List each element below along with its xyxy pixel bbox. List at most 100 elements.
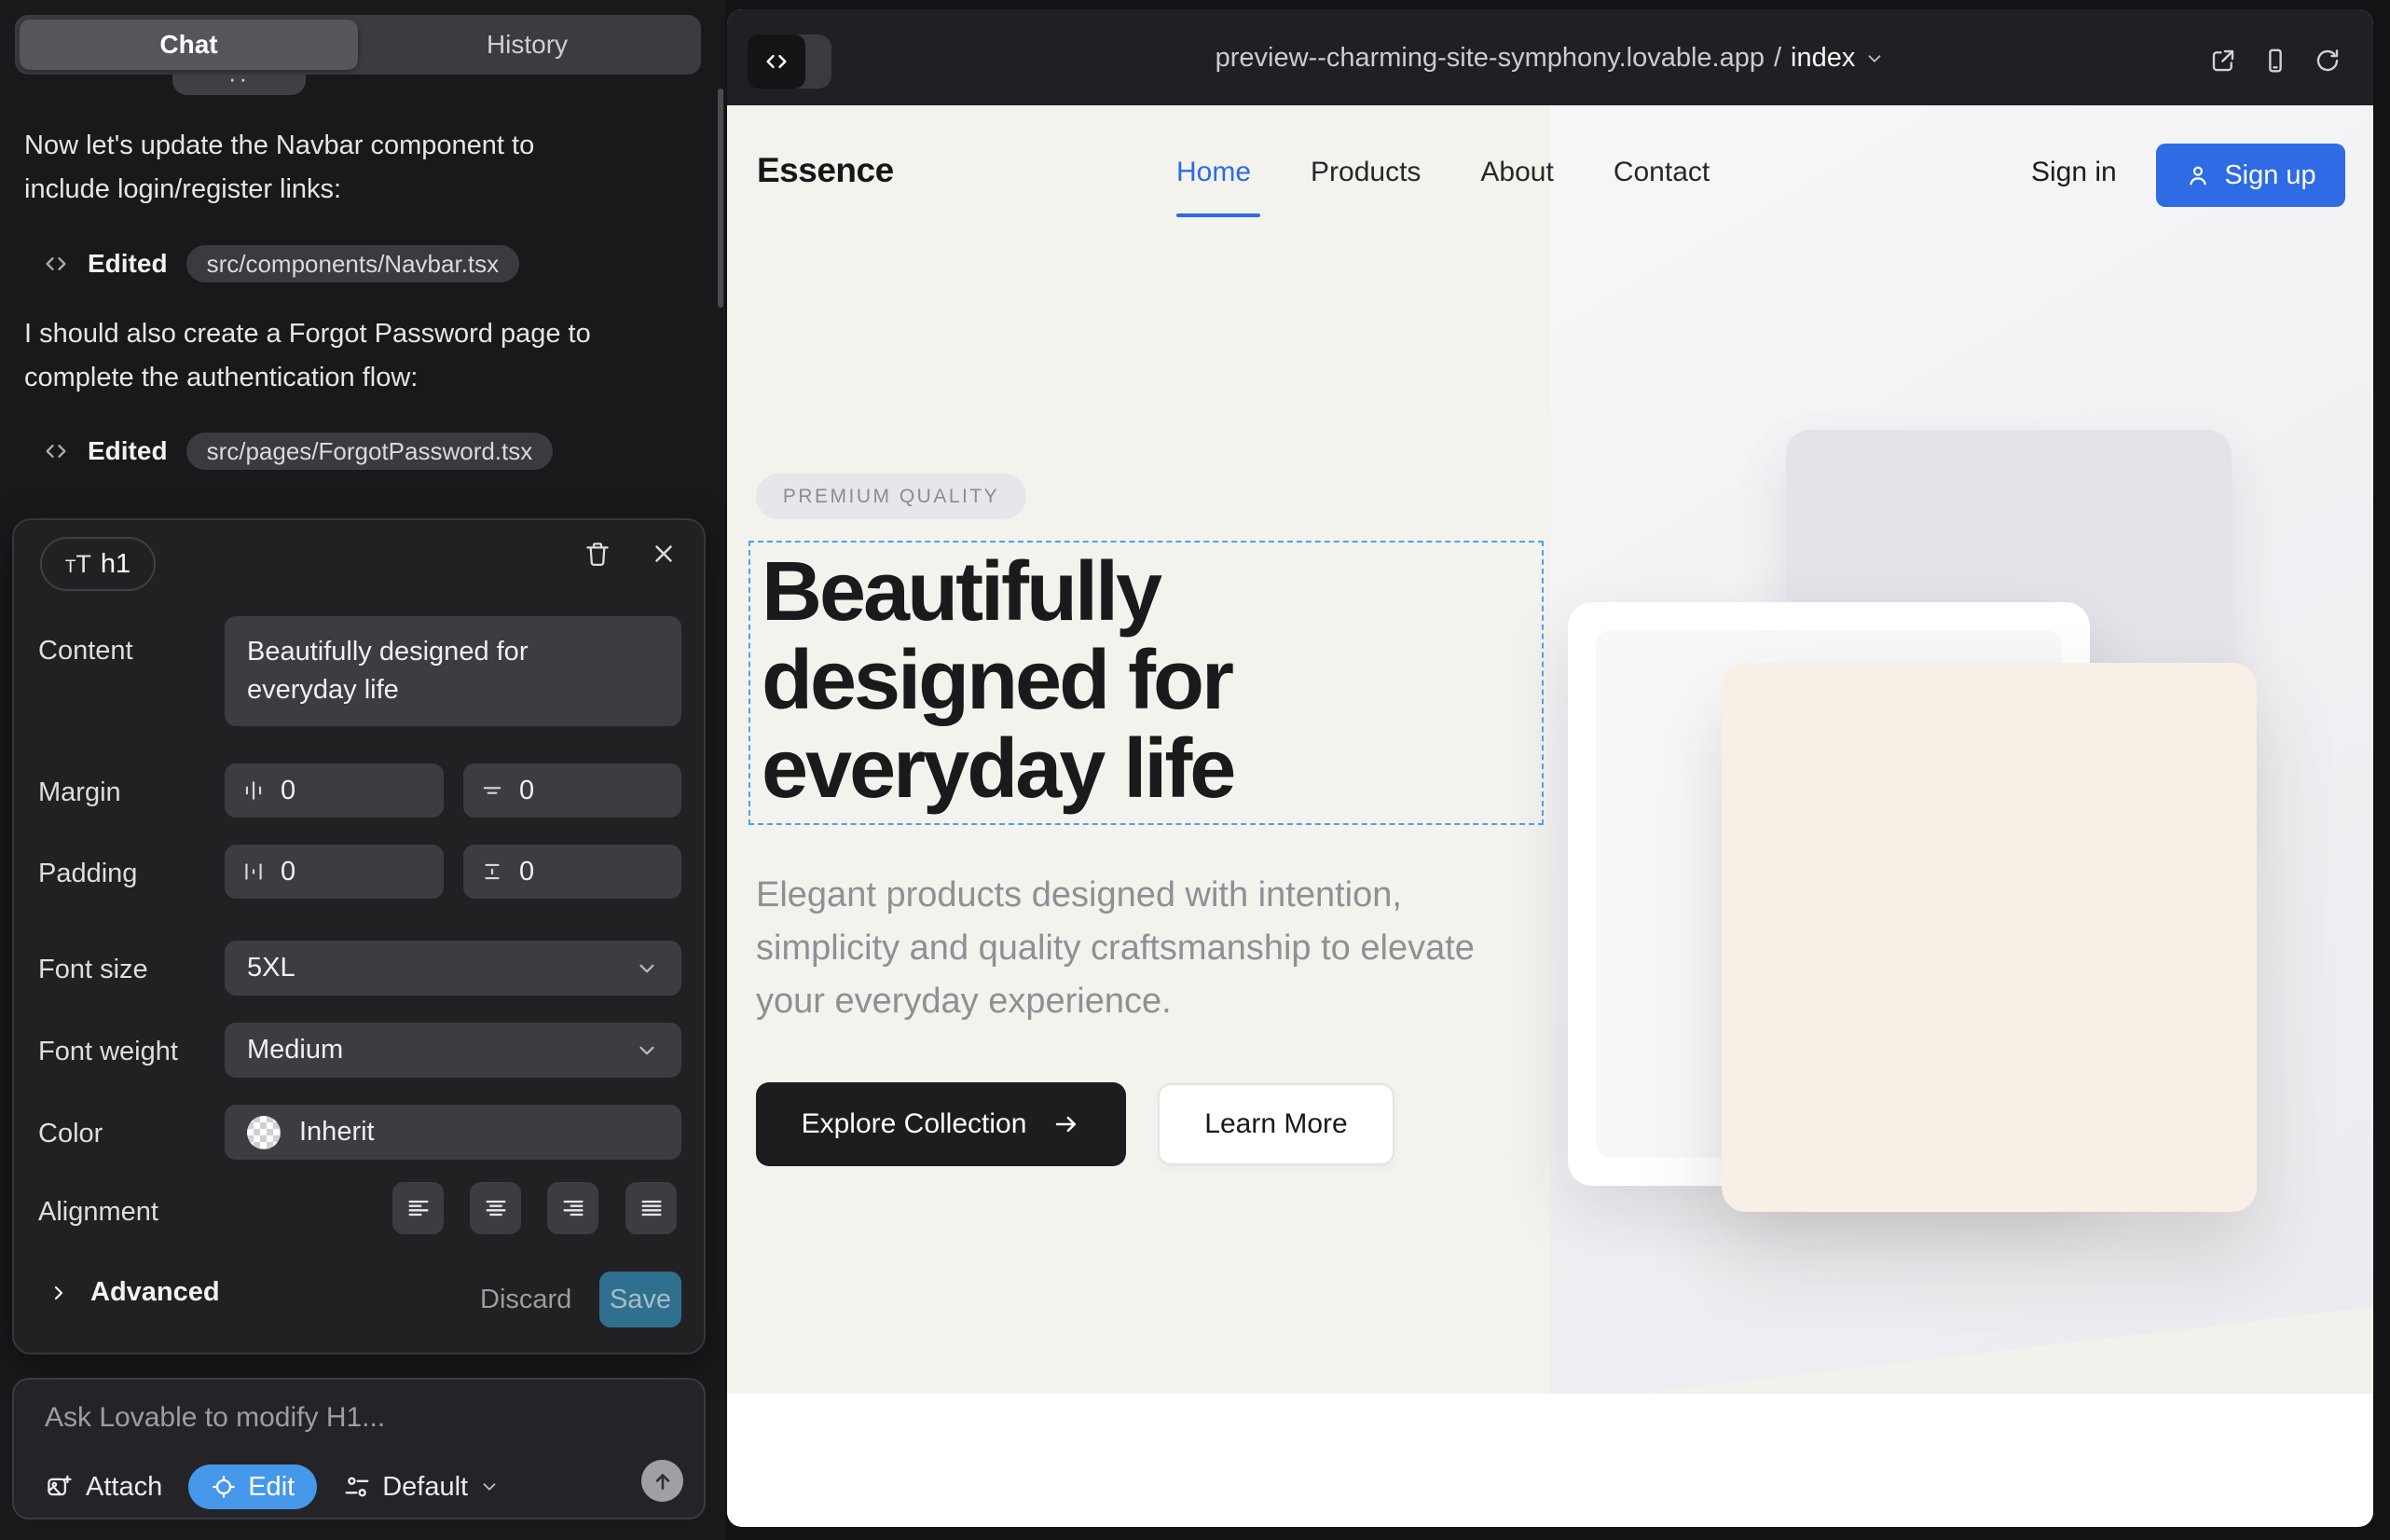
url-path: index	[1791, 43, 1855, 74]
tab-history-label: History	[487, 30, 568, 60]
open-external-icon[interactable]	[2209, 47, 2237, 75]
font-size-select[interactable]: 5XL	[225, 941, 681, 996]
code-icon	[43, 438, 69, 464]
explore-collection-button[interactable]: Explore Collection	[756, 1082, 1126, 1166]
align-right-button[interactable]	[547, 1182, 598, 1234]
delete-element-button[interactable]	[583, 539, 612, 569]
mobile-view-icon[interactable]	[2261, 47, 2289, 75]
padding-x-icon	[241, 859, 266, 884]
padding-x-value: 0	[281, 857, 295, 887]
close-icon[interactable]	[650, 540, 678, 568]
signup-label: Sign up	[2224, 160, 2315, 191]
color-value: Inherit	[299, 1117, 375, 1148]
chevron-down-icon[interactable]	[1864, 48, 1885, 69]
refresh-icon[interactable]	[2314, 47, 2342, 75]
font-size-label: Font size	[38, 955, 148, 985]
margin-x-icon	[241, 778, 266, 803]
edited-label: Edited	[88, 249, 168, 279]
font-weight-select[interactable]: Medium	[225, 1023, 681, 1078]
tab-chat[interactable]: Chat	[20, 20, 358, 70]
explore-label: Explore Collection	[802, 1108, 1027, 1140]
padding-y-input[interactable]: 0	[463, 845, 681, 899]
alignment-label: Alignment	[38, 1197, 158, 1228]
attach-label: Attach	[86, 1472, 162, 1503]
discard-button[interactable]: Discard	[480, 1285, 571, 1315]
chevron-down-icon	[635, 956, 659, 981]
h1-selection-outline[interactable]: Beautifully designed for everyday life	[749, 541, 1544, 825]
scrolled-chip: ··	[172, 75, 306, 95]
hero-heading-line: everyday life	[762, 725, 1233, 814]
content-label: Content	[38, 636, 133, 667]
padding-y-icon	[480, 859, 504, 884]
margin-y-input[interactable]: 0	[463, 763, 681, 818]
nav-link-products[interactable]: Products	[1311, 157, 1421, 188]
align-center-button[interactable]	[470, 1182, 521, 1234]
file-edit-row[interactable]: Edited src/pages/ForgotPassword.tsx	[43, 433, 553, 470]
align-left-button[interactable]	[392, 1182, 444, 1234]
url-bar[interactable]: preview--charming-site-symphony.lovable.…	[727, 43, 2373, 74]
color-label: Color	[38, 1119, 103, 1149]
composer-input[interactable]: Ask Lovable to modify H1...	[45, 1402, 385, 1434]
padding-y-value: 0	[519, 857, 534, 887]
attach-button[interactable]: Attach	[45, 1472, 162, 1503]
attach-image-icon	[45, 1473, 73, 1501]
learn-more-label: Learn More	[1204, 1108, 1347, 1140]
section-below-hero	[727, 1394, 2373, 1526]
align-left-icon	[405, 1195, 432, 1221]
code-icon	[43, 251, 69, 277]
advanced-label: Advanced	[90, 1277, 220, 1308]
learn-more-button[interactable]: Learn More	[1158, 1083, 1394, 1165]
advanced-toggle[interactable]: Advanced	[48, 1277, 220, 1308]
browser-actions	[2209, 47, 2342, 75]
preview-browser: preview--charming-site-symphony.lovable.…	[727, 9, 2373, 1527]
signup-button[interactable]: Sign up	[2156, 144, 2345, 207]
nav-link-home[interactable]: Home	[1176, 157, 1251, 188]
margin-x-input[interactable]: 0	[225, 763, 444, 818]
margin-label: Margin	[38, 777, 121, 808]
hero-heading[interactable]: Beautifully designed for everyday life	[762, 548, 1233, 814]
mode-select[interactable]: Default	[343, 1472, 500, 1503]
site-logo[interactable]: Essence	[757, 151, 894, 190]
site-nav: Home Products About Contact	[1176, 157, 1710, 188]
padding-x-input[interactable]: 0	[225, 845, 444, 899]
mode-label: Default	[382, 1472, 468, 1503]
chat-scrollbar[interactable]	[718, 89, 723, 308]
file-edit-row[interactable]: Edited src/components/Navbar.tsx	[43, 245, 519, 282]
url-domain: preview--charming-site-symphony.lovable.…	[1216, 43, 1765, 74]
save-button[interactable]: Save	[599, 1272, 681, 1327]
font-weight-label: Font weight	[38, 1037, 178, 1067]
panel-tabs: Chat History	[15, 15, 701, 75]
tab-chat-label: Chat	[159, 30, 217, 60]
element-tag-chip[interactable]: TT h1	[40, 537, 156, 591]
file-chip[interactable]: src/pages/ForgotPassword.tsx	[186, 433, 554, 470]
arrow-up-icon	[651, 1469, 675, 1493]
tab-history[interactable]: History	[358, 20, 696, 70]
nav-link-contact[interactable]: Contact	[1614, 157, 1710, 188]
align-right-icon	[560, 1195, 586, 1221]
content-textarea[interactable]: Beautifully designed for everyday life	[225, 616, 681, 726]
scrolled-chip-dots: ··	[228, 75, 250, 92]
padding-label: Padding	[38, 859, 137, 889]
arrow-right-icon	[1052, 1110, 1080, 1138]
browser-toolbar: preview--charming-site-symphony.lovable.…	[727, 9, 2373, 105]
align-justify-button[interactable]	[625, 1182, 677, 1234]
signin-link[interactable]: Sign in	[2031, 157, 2117, 188]
chevron-down-icon	[479, 1477, 500, 1497]
save-label: Save	[610, 1285, 671, 1315]
edit-mode-button[interactable]: Edit	[188, 1464, 317, 1509]
hero-diagonal-shape	[1637, 1307, 2373, 1394]
hero-paragraph: Elegant products designed with intention…	[756, 869, 1511, 1028]
file-chip[interactable]: src/components/Navbar.tsx	[186, 245, 520, 282]
hero-heading-line: designed for	[762, 637, 1233, 725]
chat-composer: Ask Lovable to modify H1... Attach Edit …	[12, 1378, 706, 1519]
chevron-right-icon	[48, 1282, 70, 1304]
nav-link-about[interactable]: About	[1480, 157, 1553, 188]
send-button[interactable]	[641, 1460, 683, 1502]
align-justify-icon	[639, 1195, 665, 1221]
text-type-icon: TT	[65, 550, 91, 579]
color-select[interactable]: Inherit	[225, 1105, 681, 1160]
chat-message: I should also create a Forgot Password p…	[24, 312, 621, 400]
url-separator: /	[1774, 43, 1781, 74]
premium-badge: PREMIUM QUALITY	[756, 474, 1026, 519]
sliders-icon	[343, 1473, 371, 1501]
